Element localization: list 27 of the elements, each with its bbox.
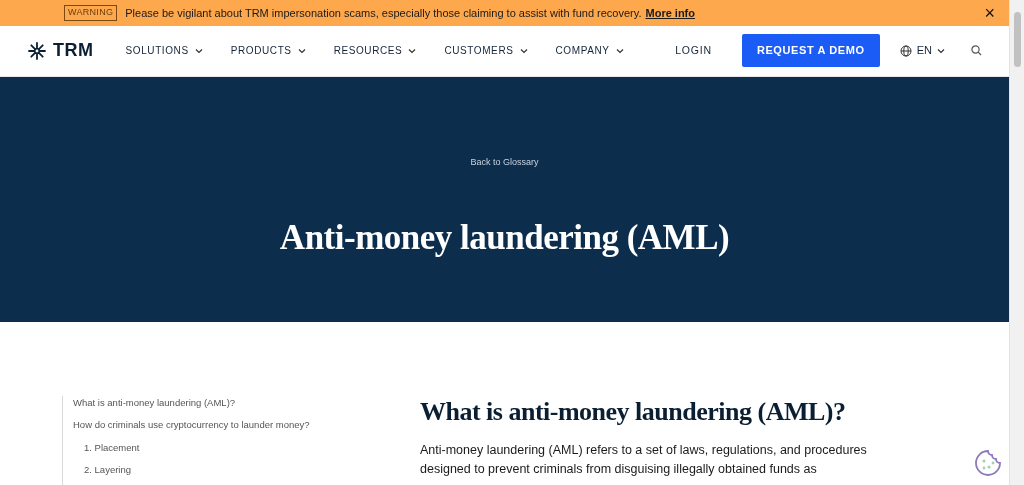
login-link[interactable]: LOGIN xyxy=(669,41,718,60)
toc-link[interactable]: What is anti-money laundering (AML)? xyxy=(73,396,402,411)
nav-menu-item[interactable]: PRODUCTS xyxy=(230,43,306,59)
logo-text[interactable]: TRM xyxy=(53,37,94,65)
section-heading: What is anti-money laundering (AML)? xyxy=(420,396,847,428)
nav-menu-item[interactable]: SOLUTIONS xyxy=(125,43,203,59)
logo-icon xyxy=(27,40,47,61)
search-icon[interactable] xyxy=(971,45,982,57)
warning-message: Please be vigilant about TRM impersonation scams, especially those claiming to assist with fund recovery. More info xyxy=(125,5,695,21)
nav-menu-item[interactable]: RESOURCES xyxy=(333,43,417,59)
nav-menu-item[interactable]: COMPANY xyxy=(555,43,624,59)
request-demo-button[interactable]: REQUEST A DEMO xyxy=(741,34,880,67)
toc-link[interactable]: How do criminals use cryptocurrency to launder money? xyxy=(73,418,402,433)
toc-link[interactable]: 2. Layering xyxy=(84,462,402,477)
chevron-icon xyxy=(937,47,945,54)
language-selector[interactable]: EN xyxy=(893,41,951,60)
cookie-icon[interactable] xyxy=(974,449,1002,477)
back-link[interactable]: Back to Glossary xyxy=(470,155,539,170)
more-info-link[interactable]: More info xyxy=(645,6,695,19)
globe-icon xyxy=(899,44,912,57)
toc-link[interactable]: 1. Placement xyxy=(84,440,402,455)
page-title: Anti-money laundering (AML) xyxy=(279,217,730,260)
warning-label: WARNING xyxy=(64,5,118,21)
nav-menu-item[interactable]: CUSTOMERS xyxy=(444,43,528,59)
scrollbar[interactable] xyxy=(1009,0,1024,485)
body-paragraph: Anti-money laundering (AML) refers to a set of laws, regulations, and procedures designed to prevent criminals from disguising illegally obtained funds as xyxy=(420,442,868,479)
close-button[interactable]: × xyxy=(984,3,995,22)
